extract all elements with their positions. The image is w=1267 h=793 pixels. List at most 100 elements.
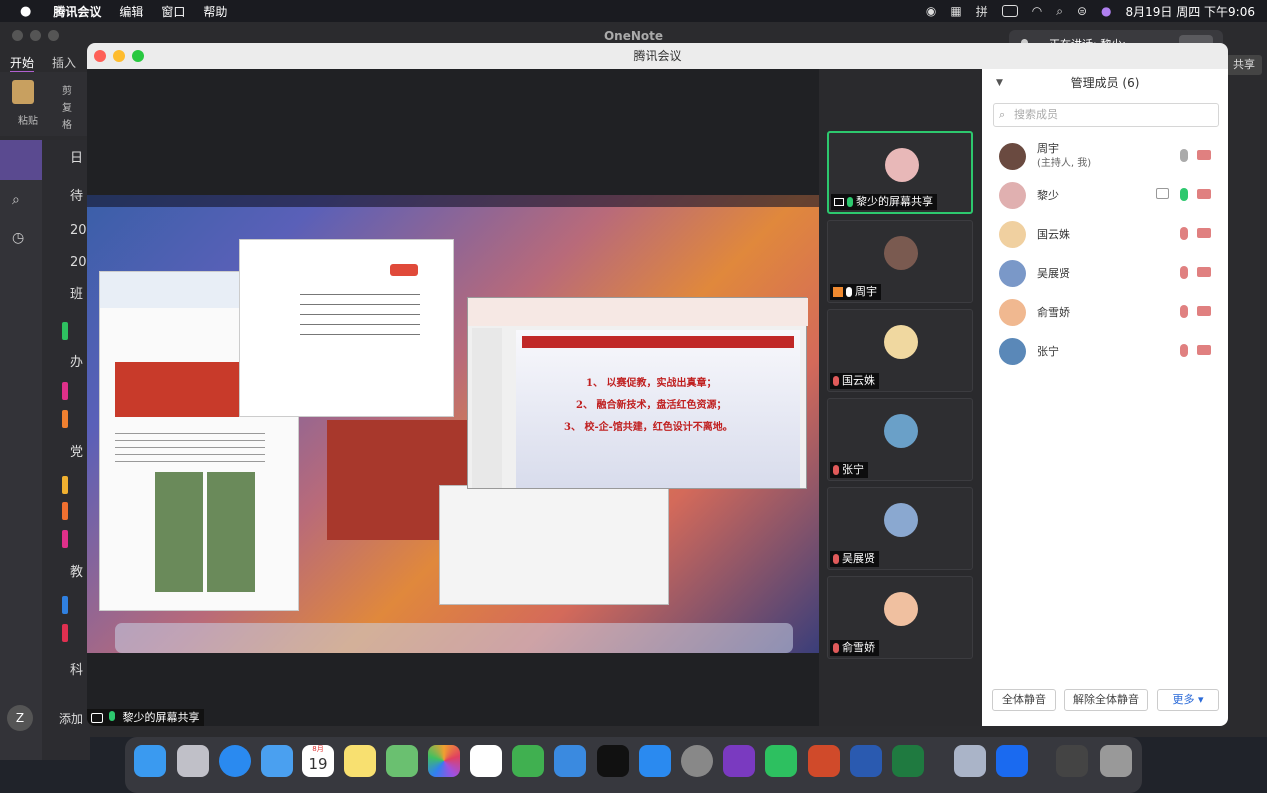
calendar-icon[interactable]: 8月 19 (302, 745, 334, 777)
mute-all-button[interactable]: 全体静音 (992, 689, 1056, 711)
nav-item[interactable]: 20 (42, 250, 90, 276)
menu-window[interactable]: 窗口 (161, 3, 185, 20)
ppt-slide: 1、 以赛促教，实战出真章； 2、 融合新技术，盘活红色资源； 3、 校-企-馆… (516, 330, 800, 488)
member-role: (主持人, 我) (1037, 158, 1092, 169)
video-tile[interactable]: 黎少的屏幕共享 (827, 131, 973, 214)
finder-icon[interactable] (134, 745, 166, 777)
more-button[interactable]: 更多 ▾ (1157, 689, 1219, 711)
member-row[interactable]: 国云姝 (982, 214, 1228, 253)
grid-icon[interactable]: ▦ (950, 4, 961, 18)
apple-tv-icon[interactable] (597, 745, 629, 777)
tab-insert[interactable]: 插入 (52, 54, 76, 71)
nav-item[interactable]: 办 (42, 350, 90, 376)
video-tile[interactable]: 吴展贤 (827, 487, 973, 570)
siri-icon[interactable]: ● (1101, 4, 1111, 18)
video-tile[interactable]: 国云姝 (827, 309, 973, 392)
settings-icon[interactable] (681, 745, 713, 777)
camera-off-icon[interactable] (1197, 228, 1211, 238)
paste-icon[interactable] (12, 80, 34, 104)
mic-muted-icon[interactable] (1180, 266, 1188, 279)
camera-off-icon[interactable] (1197, 306, 1211, 316)
battery-icon[interactable] (1001, 5, 1018, 17)
wifi-icon[interactable]: ◠ (1032, 4, 1042, 18)
copy-item[interactable]: 复 (62, 99, 72, 114)
doc-text (115, 427, 265, 467)
user-avatar[interactable]: Z (7, 705, 33, 731)
recent-icon[interactable]: ◷ (12, 230, 24, 246)
datetime[interactable]: 8月19日 周四 下午9:06 (1126, 3, 1255, 20)
mail-icon[interactable] (261, 745, 293, 777)
photos-icon[interactable] (428, 745, 460, 777)
search-icon[interactable]: ⌕ (1056, 4, 1063, 19)
word-icon[interactable] (850, 745, 882, 777)
camera-off-icon[interactable] (1197, 345, 1211, 355)
wechat-icon[interactable]: ◉ (926, 4, 936, 18)
control-center-icon[interactable]: ⊜ (1077, 4, 1087, 18)
onenote-zoom-button[interactable] (48, 30, 59, 41)
onenote-minimize-button[interactable] (30, 30, 41, 41)
video-tile[interactable]: 周宇 (827, 220, 973, 303)
nav-item[interactable]: 党 (42, 440, 90, 466)
menu-help[interactable]: 帮助 (203, 3, 227, 20)
nav-item[interactable]: 教 (42, 560, 90, 586)
search-input[interactable]: ⌕ 搜索成员 (993, 103, 1219, 127)
onenote-icon[interactable] (723, 745, 755, 777)
format-item[interactable]: 格 (62, 116, 72, 131)
member-row[interactable]: 俞雪娇 (982, 292, 1228, 331)
nav-item[interactable]: 日 (42, 146, 90, 172)
collapse-icon[interactable]: ▼ (996, 69, 1003, 97)
nav-item[interactable]: 科 (42, 658, 90, 684)
panel-title[interactable]: ▼ 管理成员 (6) (982, 69, 1228, 97)
powerpoint-icon[interactable] (808, 745, 840, 777)
mic-active-icon[interactable] (1180, 188, 1188, 201)
keynote-icon[interactable] (554, 745, 586, 777)
video-tile[interactable]: 张宁 (827, 398, 973, 481)
menu-app-name[interactable]: 腾讯会议 (53, 3, 101, 20)
cut-item[interactable]: 剪 (62, 82, 72, 97)
nav-item[interactable]: 班 (42, 282, 90, 308)
paste-label[interactable]: 粘贴 (18, 112, 38, 127)
minimize-button[interactable] (113, 50, 125, 62)
camera-off-icon[interactable] (1197, 189, 1211, 199)
trash-icon[interactable] (1100, 745, 1132, 777)
zoom-button[interactable] (132, 50, 144, 62)
mic-muted-icon[interactable] (1180, 227, 1188, 240)
mic-icon (846, 287, 852, 297)
share-button[interactable]: 共享 (1226, 55, 1262, 75)
wechat-icon[interactable] (765, 745, 797, 777)
camera-off-icon[interactable] (1197, 150, 1211, 160)
safari-icon[interactable] (219, 745, 251, 777)
nav-item[interactable]: 待 (42, 184, 90, 210)
mic-muted-icon[interactable] (1180, 305, 1188, 318)
mic-muted-icon (833, 643, 839, 653)
unmute-all-button[interactable]: 解除全体静音 (1064, 689, 1148, 711)
mic-icon[interactable] (1180, 149, 1188, 162)
apple-icon[interactable]: ● (20, 4, 31, 19)
member-row[interactable]: 吴展贤 (982, 253, 1228, 292)
add-page-label[interactable]: 添加 (59, 710, 83, 727)
input-method-icon[interactable]: 拼 (976, 3, 988, 20)
launchpad-icon[interactable] (177, 745, 209, 777)
tab-home[interactable]: 开始 (10, 54, 35, 73)
member-row[interactable]: 周宇 (主持人, 我) (982, 136, 1228, 175)
notes-icon[interactable] (344, 745, 376, 777)
member-row[interactable]: 张宁 (982, 331, 1228, 370)
excel-icon[interactable] (892, 745, 924, 777)
menu-edit[interactable]: 编辑 (119, 3, 143, 20)
tencent-meeting-icon[interactable] (996, 745, 1028, 777)
numbers-icon[interactable] (512, 745, 544, 777)
close-button[interactable] (94, 50, 106, 62)
app-store-icon[interactable] (639, 745, 671, 777)
onenote-close-button[interactable] (12, 30, 23, 41)
member-row[interactable]: 黎少 (982, 175, 1228, 214)
screenshot-icon[interactable] (1056, 745, 1088, 777)
pencil-icon[interactable] (470, 745, 502, 777)
search-icon[interactable]: ⌕ (12, 192, 20, 208)
preview-icon[interactable] (954, 745, 986, 777)
nav-item[interactable]: 20 (42, 218, 90, 244)
notebooks-icon[interactable] (0, 140, 42, 180)
camera-off-icon[interactable] (1197, 267, 1211, 277)
mic-muted-icon[interactable] (1180, 344, 1188, 357)
maps-icon[interactable] (386, 745, 418, 777)
video-tile[interactable]: 俞雪娇 (827, 576, 973, 659)
